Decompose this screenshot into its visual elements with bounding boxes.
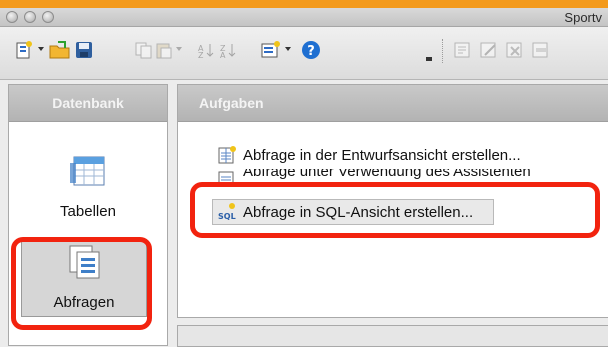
zoom-window-button[interactable] [42,11,54,23]
edit-object-icon [480,42,496,58]
delete-object-icon [506,42,522,58]
copy-icon [135,42,152,59]
form-icon [261,41,280,58]
task-wizard[interactable]: Abfrage unter Verwendung des Assistenten [217,169,531,183]
design-view-icon [218,146,236,164]
task-design-view[interactable]: Abfrage in der Entwurfsansicht erstellen… [217,145,521,165]
paste-dropdown-arrow[interactable] [176,47,182,51]
sort-ascending-button[interactable]: A Z [196,39,216,61]
preview-panel [177,325,608,347]
svg-text:Z: Z [198,51,204,59]
main-toolbar: A Z Z A ? [0,27,608,80]
rename-object-icon [532,42,548,58]
table-icon [70,156,105,186]
toolbar-overflow-icon[interactable] [426,57,432,61]
annotation-highlight-abfragen [11,237,152,330]
sort-ascending-icon: A Z [198,44,214,59]
help-button[interactable]: ? [300,39,322,61]
form-dropdown-arrow[interactable] [285,47,291,51]
toolbar-separator [442,39,445,63]
minimize-window-button[interactable] [24,11,36,23]
annotation-highlight-sql-task [190,182,600,238]
close-window-button[interactable] [6,11,18,23]
open-folder-icon [49,41,70,59]
sort-descending-button[interactable]: Z A [218,39,238,61]
edit-object-button[interactable] [478,39,500,61]
sidebar-item-tabellen[interactable]: Tabellen [34,151,142,221]
database-panel-header: Datenbank [9,85,167,122]
window-title: Sportv [564,10,602,25]
task-label: Abfrage in der Entwurfsansicht erstellen… [243,146,521,164]
copy-button[interactable] [134,39,154,61]
wizard-icon [218,171,234,183]
save-button[interactable] [74,39,94,61]
task-label: Abfrage unter Verwendung des Assistenten [243,169,531,180]
help-icon: ? [302,41,320,59]
open-object-icon [454,42,470,58]
form-button[interactable] [260,39,282,61]
open-object-button[interactable] [452,39,474,61]
svg-text:A: A [220,51,226,59]
rename-object-button[interactable] [530,39,552,61]
svg-text:?: ? [307,44,315,59]
open-button[interactable] [48,39,72,61]
sidebar-item-label: Tabellen [60,203,116,220]
app-accent-strip [0,0,608,8]
sort-descending-icon: Z A [220,44,236,59]
new-document-button[interactable] [14,39,34,61]
new-document-icon [16,41,32,59]
paste-icon [156,43,172,59]
tasks-panel-header: Aufgaben [178,85,608,122]
paste-button[interactable] [154,39,174,61]
new-document-dropdown-arrow[interactable] [38,47,44,51]
save-icon [76,42,92,58]
delete-object-button[interactable] [504,39,526,61]
title-bar: Sportv [0,8,608,27]
